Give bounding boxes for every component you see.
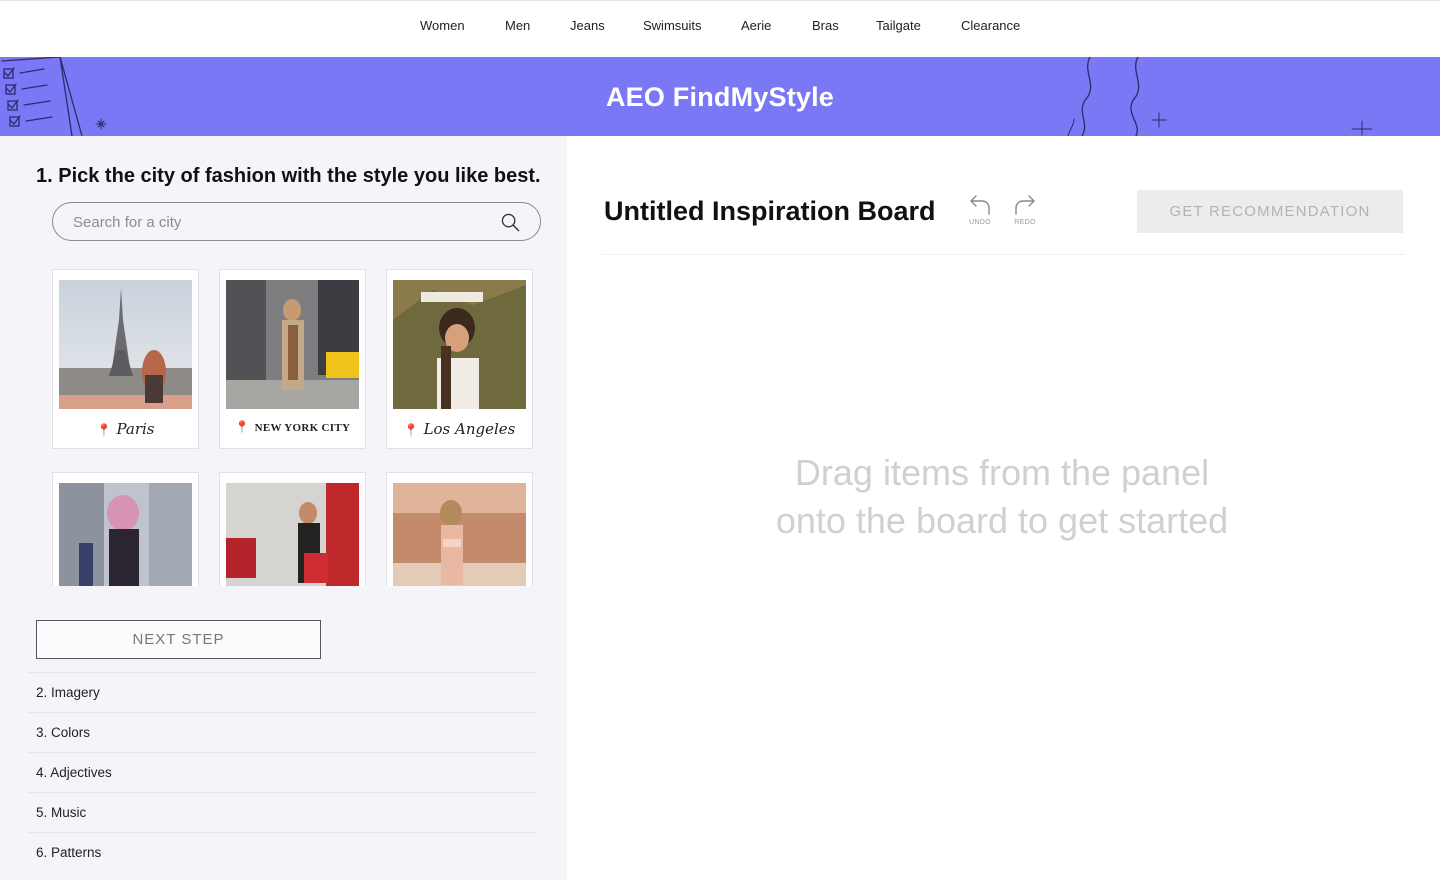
get-recommendation-button[interactable]: GET RECOMMENDATION xyxy=(1137,190,1403,233)
empty-message-line-1: Drag items from the panel xyxy=(794,452,1210,493)
nav-item-men[interactable]: Men xyxy=(505,18,530,33)
hero-banner: AEO FindMyStyle xyxy=(0,57,1440,136)
city-name: Paris xyxy=(116,420,155,438)
city-search-field[interactable] xyxy=(52,202,541,241)
step-item-colors[interactable]: 3. Colors xyxy=(28,712,537,752)
board-divider xyxy=(602,254,1405,255)
redo-icon xyxy=(1015,195,1035,215)
nav-item-aerie[interactable]: Aerie xyxy=(741,18,771,33)
nav-item-swimsuits[interactable]: Swimsuits xyxy=(643,18,702,33)
style-picker-panel: 1. Pick the city of fashion with the sty… xyxy=(0,136,567,880)
board-title[interactable]: Untitled Inspiration Board xyxy=(604,196,936,227)
city-label: 📍 Paris xyxy=(53,420,198,438)
city-card-new-york-city[interactable]: 📍 NEW YORK CITY xyxy=(219,269,366,449)
map-pin-icon: 📍 xyxy=(234,420,250,434)
step-item-imagery[interactable]: 2. Imagery xyxy=(28,672,537,712)
paris-photo xyxy=(59,280,192,409)
city-card-london[interactable] xyxy=(219,472,366,586)
city-photo xyxy=(59,483,192,586)
los-angeles-photo xyxy=(393,280,526,409)
nav-item-clearance[interactable]: Clearance xyxy=(961,18,1020,33)
top-nav: Women Men Jeans Swimsuits Aerie Bras Tai… xyxy=(0,0,1440,57)
city-card-miami[interactable] xyxy=(386,472,533,586)
undo-button[interactable]: UNDO xyxy=(963,192,997,232)
board-empty-message: Drag items from the panel onto the board… xyxy=(720,449,1284,545)
nav-item-bras[interactable]: Bras xyxy=(812,18,839,33)
city-label: 📍 NEW YORK CITY xyxy=(220,420,365,434)
squiggle-doodle-icon xyxy=(1067,57,1373,136)
empty-message-line-2: onto the board to get started xyxy=(775,500,1229,541)
undo-icon xyxy=(970,195,990,215)
nav-item-jeans[interactable]: Jeans xyxy=(570,18,605,33)
step-item-patterns[interactable]: 6. Patterns xyxy=(28,832,537,872)
city-photo xyxy=(393,483,526,586)
next-step-button[interactable]: NEXT STEP xyxy=(36,620,321,659)
map-pin-icon: 📍 xyxy=(96,423,112,437)
top-nav-list: Women Men Jeans Swimsuits Aerie Bras Tai… xyxy=(0,18,1440,38)
step-item-adjectives[interactable]: 4. Adjectives xyxy=(28,752,537,792)
step-item-music[interactable]: 5. Music xyxy=(28,792,537,832)
city-label: 📍 Los Angeles xyxy=(387,420,532,438)
map-pin-icon: 📍 xyxy=(403,423,419,437)
city-photo xyxy=(226,483,359,586)
city-card-grid: 📍 Paris 📍 NEW YORK CITY 📍 Los Angeles xyxy=(52,269,534,586)
city-name: Los Angeles xyxy=(423,420,516,438)
city-card-los-angeles[interactable]: 📍 Los Angeles xyxy=(386,269,533,449)
redo-button[interactable]: REDO xyxy=(1008,192,1042,232)
city-card-paris[interactable]: 📍 Paris xyxy=(52,269,199,449)
step-list: 2. Imagery 3. Colors 4. Adjectives 5. Mu… xyxy=(28,672,537,872)
undo-label: UNDO xyxy=(969,219,991,226)
nav-item-women[interactable]: Women xyxy=(420,18,465,33)
city-card-tokyo[interactable] xyxy=(52,472,199,586)
nav-item-tailgate[interactable]: Tailgate xyxy=(876,18,921,33)
redo-label: REDO xyxy=(1014,219,1036,226)
city-search-input[interactable] xyxy=(73,211,493,233)
search-icon[interactable] xyxy=(501,213,520,232)
step-1-title: 1. Pick the city of fashion with the sty… xyxy=(36,165,541,187)
city-name: NEW YORK CITY xyxy=(254,422,351,434)
new-york-photo xyxy=(226,280,359,409)
